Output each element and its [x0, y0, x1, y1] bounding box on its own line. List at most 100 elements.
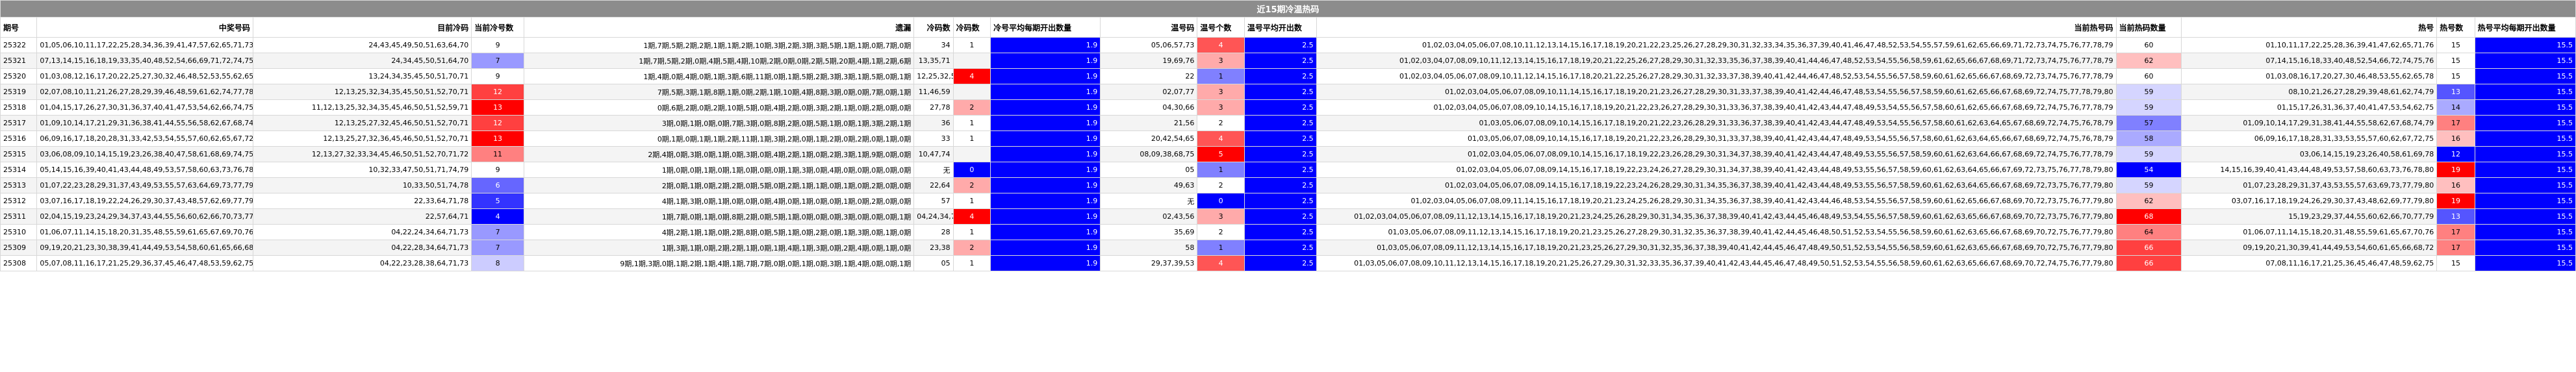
- cell-hot-numbers[interactable]: 01,02,03,04,05,06,07,08,09,14,15,16,17,1…: [1316, 177, 2117, 193]
- cell-period[interactable]: 25315: [0, 146, 38, 162]
- cell-warm-avg[interactable]: 2.5: [1243, 162, 1317, 178]
- cell-period[interactable]: 25310: [0, 224, 38, 240]
- cell-cold-avg[interactable]: 1.9: [990, 208, 1101, 225]
- cell-cold-count[interactable]: 7: [471, 53, 524, 69]
- cell-cold-numbers[interactable]: 13,24,34,35,45,50,51,70,71: [252, 68, 472, 84]
- cell-hot-top[interactable]: 03,06,14,15,19,23,26,40,58,61,69,78: [2181, 146, 2438, 162]
- header-cold-hits[interactable]: 冷码数: [913, 17, 954, 38]
- cell-hot-numbers[interactable]: 01,02,03,04,05,06,07,08,09,14,15,16,17,1…: [1316, 162, 2117, 178]
- cell-warm-avg[interactable]: 2.5: [1243, 146, 1317, 162]
- cell-miss[interactable]: 7期,5期,3期,1期,8期,1期,0期,2期,1期,10期,4期,8期,3期,…: [523, 84, 915, 100]
- cell-warm-count[interactable]: 4: [1197, 255, 1245, 271]
- cell-hot-count[interactable]: 54: [2115, 162, 2182, 178]
- cell-cold-count[interactable]: 6: [471, 177, 524, 193]
- cell-cold-hits[interactable]: 28: [913, 224, 954, 240]
- cell-winning-numbers[interactable]: 01,07,22,23,28,29,31,37,43,49,53,55,57,6…: [36, 177, 253, 193]
- cell-winning-numbers[interactable]: 02,07,08,10,11,21,26,27,28,29,39,46,48,5…: [36, 84, 253, 100]
- cell-hot-numbers[interactable]: 01,03,05,06,07,08,09,10,11,12,13,14,15,1…: [1316, 255, 2117, 271]
- cell-period[interactable]: 25314: [0, 162, 38, 178]
- cell-warm-count[interactable]: 0: [1197, 193, 1245, 209]
- cell-cold-count[interactable]: 9: [471, 37, 524, 53]
- cell-miss[interactable]: 1期,4期,0期,4期,0期,1期,3期,6期,11期,0期,1期,5期,2期,…: [523, 68, 915, 84]
- cell-hot-count[interactable]: 59: [2115, 84, 2182, 100]
- cell-miss[interactable]: 4期,2期,1期,1期,0期,2期,8期,0期,5期,1期,0期,2期,0期,1…: [523, 224, 915, 240]
- cell-cold-count[interactable]: 5: [471, 193, 524, 209]
- cell-cold-count[interactable]: 13: [471, 130, 524, 147]
- cell-hot-n[interactable]: 16: [2436, 177, 2475, 193]
- cell-cold-hits-count[interactable]: 2: [952, 99, 991, 116]
- header-hot-n[interactable]: 热号数: [2436, 17, 2475, 38]
- cell-hot-avg[interactable]: 15.5: [2474, 193, 2576, 209]
- cell-cold-avg[interactable]: 1.9: [990, 130, 1101, 147]
- cell-cold-hits-count[interactable]: 2: [952, 240, 991, 256]
- cell-hot-count[interactable]: 59: [2115, 99, 2182, 116]
- cell-hot-avg[interactable]: 15.5: [2474, 99, 2576, 116]
- cell-hot-avg[interactable]: 15.5: [2474, 240, 2576, 256]
- cell-hot-n[interactable]: 17: [2436, 224, 2475, 240]
- cell-warm-avg[interactable]: 2.5: [1243, 130, 1317, 147]
- cell-cold-count[interactable]: 9: [471, 162, 524, 178]
- cell-hot-top[interactable]: 07,14,15,16,18,33,40,48,52,54,66,72,74,7…: [2181, 53, 2438, 69]
- cell-cold-hits[interactable]: 23,38: [913, 240, 954, 256]
- cell-hot-n[interactable]: 19: [2436, 193, 2475, 209]
- header-cold-avg[interactable]: 冷号平均每期开出数量: [990, 17, 1101, 38]
- cell-winning-numbers[interactable]: 05,07,08,11,16,17,21,25,29,36,37,45,46,4…: [36, 255, 253, 271]
- cell-cold-numbers[interactable]: 22,33,64,71,78: [252, 193, 472, 209]
- cell-miss[interactable]: 0期,1期,0期,1期,1期,2期,11期,1期,3期,2期,0期,1期,2期,…: [523, 130, 915, 147]
- cell-period[interactable]: 25311: [0, 208, 38, 225]
- cell-winning-numbers[interactable]: 03,07,16,17,18,19,22,24,26,29,30,37,43,4…: [36, 193, 253, 209]
- cell-hot-numbers[interactable]: 01,02,03,04,05,06,07,08,09,10,14,15,16,1…: [1316, 99, 2117, 116]
- cell-cold-hits-count[interactable]: 0: [952, 162, 991, 178]
- cell-cold-avg[interactable]: 1.9: [990, 115, 1101, 131]
- cell-cold-hits[interactable]: 27,78: [913, 99, 954, 116]
- cell-warm-count[interactable]: 2: [1197, 224, 1245, 240]
- cell-cold-count[interactable]: 8: [471, 255, 524, 271]
- cell-cold-hits[interactable]: 36: [913, 115, 954, 131]
- header-miss[interactable]: 遗漏: [523, 17, 915, 38]
- cell-hot-top[interactable]: 01,09,10,14,17,29,31,38,41,44,55,58,62,6…: [2181, 115, 2438, 131]
- cell-hot-n[interactable]: 13: [2436, 208, 2475, 225]
- cell-miss[interactable]: 0期,6期,2期,0期,2期,10期,5期,0期,4期,2期,0期,3期,2期,…: [523, 99, 915, 116]
- cell-hot-n[interactable]: 15: [2436, 68, 2475, 84]
- cell-hot-n[interactable]: 19: [2436, 162, 2475, 178]
- cell-hot-avg[interactable]: 15.5: [2474, 130, 2576, 147]
- cell-warm-numbers[interactable]: 29,37,39,53: [1100, 255, 1198, 271]
- cell-warm-avg[interactable]: 2.5: [1243, 193, 1317, 209]
- cell-warm-avg[interactable]: 2.5: [1243, 208, 1317, 225]
- cell-hot-count[interactable]: 62: [2115, 53, 2182, 69]
- header-hot-count[interactable]: 当前热码数量: [2115, 17, 2182, 38]
- cell-cold-hits-count[interactable]: 1: [952, 37, 991, 53]
- cell-hot-n[interactable]: 15: [2436, 255, 2475, 271]
- cell-miss[interactable]: 1期,3期,1期,0期,2期,2期,1期,0期,1期,4期,1期,3期,0期,2…: [523, 240, 915, 256]
- cell-hot-count[interactable]: 62: [2115, 193, 2182, 209]
- cell-warm-numbers[interactable]: 02,07,77: [1100, 84, 1198, 100]
- cell-cold-numbers[interactable]: 22,57,64,71: [252, 208, 472, 225]
- cell-warm-count[interactable]: 1: [1197, 162, 1245, 178]
- cell-cold-hits[interactable]: 10,47,74: [913, 146, 954, 162]
- cell-period[interactable]: 25321: [0, 53, 38, 69]
- cell-cold-numbers[interactable]: 12,13,25,27,32,36,45,46,50,51,52,70,71: [252, 130, 472, 147]
- cell-cold-numbers[interactable]: 04,22,28,34,64,71,73: [252, 240, 472, 256]
- cell-cold-count[interactable]: 9: [471, 68, 524, 84]
- header-warm-avg[interactable]: 温号平均开出数: [1243, 17, 1317, 38]
- cell-cold-hits[interactable]: 34: [913, 37, 954, 53]
- cell-hot-numbers[interactable]: 01,02,03,04,07,08,09,10,11,12,13,14,15,1…: [1316, 53, 2117, 69]
- cell-cold-numbers[interactable]: 10,33,50,51,74,78: [252, 177, 472, 193]
- cell-cold-hits-count[interactable]: 4: [952, 208, 991, 225]
- cell-warm-count[interactable]: 4: [1197, 37, 1245, 53]
- cell-cold-count[interactable]: 12: [471, 115, 524, 131]
- cell-cold-hits[interactable]: 05: [913, 255, 954, 271]
- cell-cold-numbers[interactable]: 11,12,13,25,32,34,35,45,46,50,51,52,59,7…: [252, 99, 472, 116]
- cell-hot-top[interactable]: 09,19,20,21,30,39,41,44,49,53,54,60,61,6…: [2181, 240, 2438, 256]
- cell-winning-numbers[interactable]: 01,09,10,14,17,21,29,31,36,38,41,44,55,5…: [36, 115, 253, 131]
- cell-cold-hits[interactable]: 57: [913, 193, 954, 209]
- header-cold-numbers[interactable]: 目前冷码: [252, 17, 472, 38]
- cell-warm-numbers[interactable]: 04,30,66: [1100, 99, 1198, 116]
- cell-hot-n[interactable]: 15: [2436, 53, 2475, 69]
- cell-miss[interactable]: 1期,7期,5期,2期,2期,1期,1期,2期,10期,3期,2期,3期,3期,…: [523, 37, 915, 53]
- cell-miss[interactable]: 1期,0期,0期,1期,0期,1期,0期,0期,0期,1期,3期,0期,4期,0…: [523, 162, 915, 178]
- cell-cold-count[interactable]: 7: [471, 224, 524, 240]
- cell-cold-avg[interactable]: 1.9: [990, 68, 1101, 84]
- cell-hot-avg[interactable]: 15.5: [2474, 68, 2576, 84]
- cell-hot-top[interactable]: 01,15,17,26,31,36,37,40,41,47,53,54,62,7…: [2181, 99, 2438, 116]
